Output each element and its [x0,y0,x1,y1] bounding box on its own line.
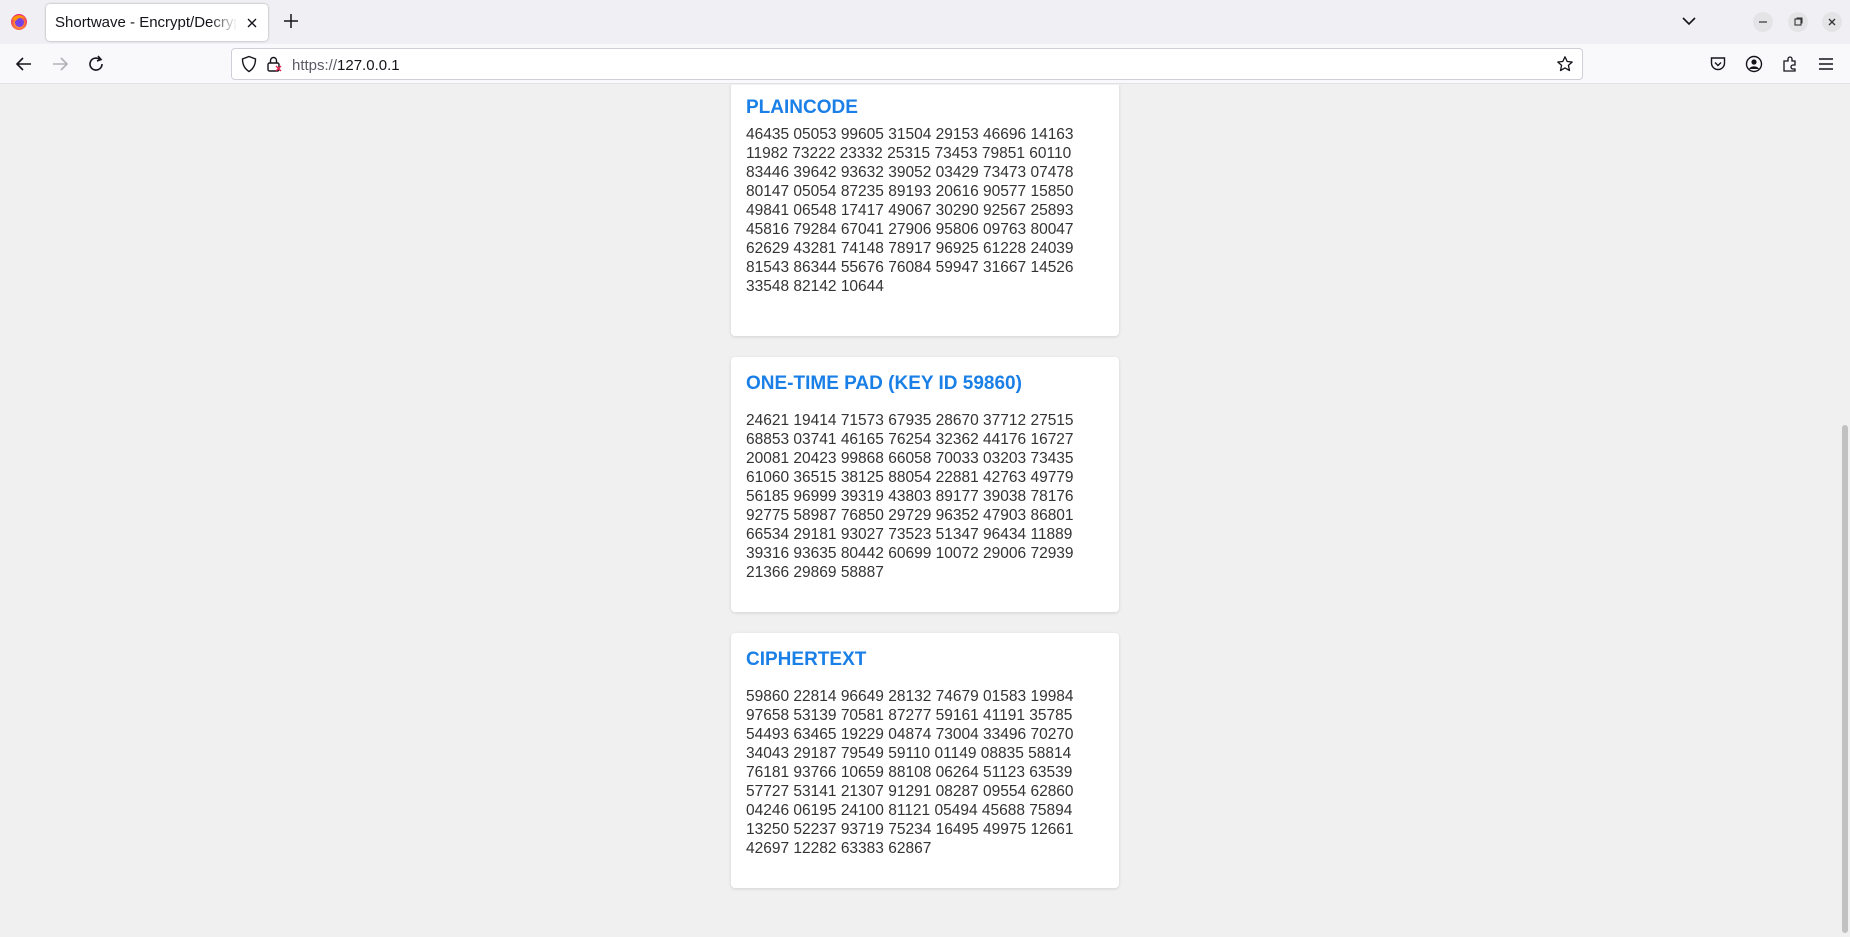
section-title: CIPHERTEXT [746,649,867,670]
code-line: 20081 20423 99868 66058 70033 03203 7343… [746,450,1074,467]
code-line: 97658 53139 70581 87277 59161 41191 3578… [746,707,1073,724]
plus-icon[interactable] [282,12,300,30]
code-line: 13250 52237 93719 75234 16495 49975 1266… [746,821,1074,838]
code-line: 92775 58987 76850 29729 96352 47903 8680… [746,507,1074,524]
code-line: 39316 93635 80442 60699 10072 29006 7293… [746,545,1074,562]
section-code: 24621 19414 71573 67935 28670 37712 2751… [746,411,1106,582]
tab-title: Shortwave - Encrypt/Decrypt [55,14,237,31]
code-line: 81543 86344 55676 76084 59947 31667 1452… [746,259,1074,276]
code-line: 46435 05053 99605 31504 29153 46696 1416… [746,126,1074,143]
code-line: 33548 82142 10644 [746,278,884,295]
address-bar[interactable]: https://127.0.0.1 [231,48,1583,80]
star-icon[interactable] [1556,55,1574,73]
code-line: 61060 36515 38125 88054 22881 42763 4977… [746,469,1074,486]
code-line: 49841 06548 17417 49067 30290 92567 2589… [746,202,1074,219]
ciphertext-card: CIPHERTEXT 59860 22814 96649 28132 74679… [731,633,1119,888]
code-line: 62629 43281 74148 78917 96925 61228 2403… [746,240,1074,257]
pocket-icon[interactable] [1709,55,1727,73]
code-line: 57727 53141 21307 91291 08287 09554 6286… [746,783,1074,800]
code-line: 68853 03741 46165 76254 32362 44176 1672… [746,431,1074,448]
code-line: 54493 63465 19229 04874 73004 33496 7027… [746,726,1074,743]
restore-button[interactable] [1788,12,1808,32]
extensions-icon[interactable] [1781,55,1799,73]
reload-icon[interactable] [87,55,105,73]
nav-toolbar: https://127.0.0.1 [0,44,1850,84]
account-icon[interactable] [1745,55,1763,73]
page-scrollbar[interactable] [1842,425,1848,933]
page-content: PLAINCODE 46435 05053 99605 31504 29153 … [0,85,1850,937]
section-title: ONE-TIME PAD (KEY ID 59860) [746,373,1022,394]
browser-tab[interactable]: Shortwave - Encrypt/Decrypt [46,4,268,41]
section-code: 46435 05053 99605 31504 29153 46696 1416… [746,125,1106,296]
code-line: 66534 29181 93027 73523 51347 96434 1188… [746,526,1073,543]
url-scheme: https:// [292,57,338,74]
code-line: 11982 73222 23332 25315 73453 79851 6011… [746,145,1072,162]
code-line: 83446 39642 93632 39052 03429 73473 0747… [746,164,1074,181]
code-line: 42697 12282 63383 62867 [746,840,932,857]
minimize-button[interactable] [1753,12,1773,32]
code-line: 24621 19414 71573 67935 28670 37712 2751… [746,412,1074,429]
url-host: 127.0.0.1 [337,57,400,74]
url-text[interactable]: https://127.0.0.1 [292,57,400,74]
back-icon[interactable] [15,55,33,73]
code-line: 76181 93766 10659 88108 06264 51123 6353… [746,764,1073,781]
close-icon [1828,18,1836,26]
minimize-icon [1759,21,1767,23]
code-line: 45816 79284 67041 27906 95806 09763 8004… [746,221,1074,238]
tab-strip: Shortwave - Encrypt/Decrypt [0,0,1850,44]
shield-icon[interactable] [240,55,258,73]
code-line: 34043 29187 79549 59110 01149 08835 5881… [746,745,1072,762]
code-line: 04246 06195 24100 81121 05494 45688 7589… [746,802,1073,819]
code-line: 21366 29869 58887 [746,564,884,581]
close-icon[interactable] [244,15,260,31]
code-line: 56185 96999 39319 43803 89177 39038 7817… [746,488,1074,505]
window-close-button[interactable] [1822,12,1842,32]
menu-icon[interactable] [1817,55,1835,73]
forward-icon[interactable] [51,55,69,73]
plaincode-card: PLAINCODE 46435 05053 99605 31504 29153 … [731,85,1119,336]
code-line: 80147 05054 87235 89193 20616 90577 1585… [746,183,1074,200]
one-time-pad-card: ONE-TIME PAD (KEY ID 59860) 24621 19414 … [731,357,1119,612]
code-line: 59860 22814 96649 28132 74679 01583 1998… [746,688,1074,705]
chevron-down-icon[interactable] [1680,12,1698,30]
lock-icon[interactable] [265,55,283,73]
restore-icon [1794,17,1803,26]
firefox-logo-icon [11,14,27,30]
section-title: PLAINCODE [746,97,858,118]
section-code: 59860 22814 96649 28132 74679 01583 1998… [746,687,1106,858]
